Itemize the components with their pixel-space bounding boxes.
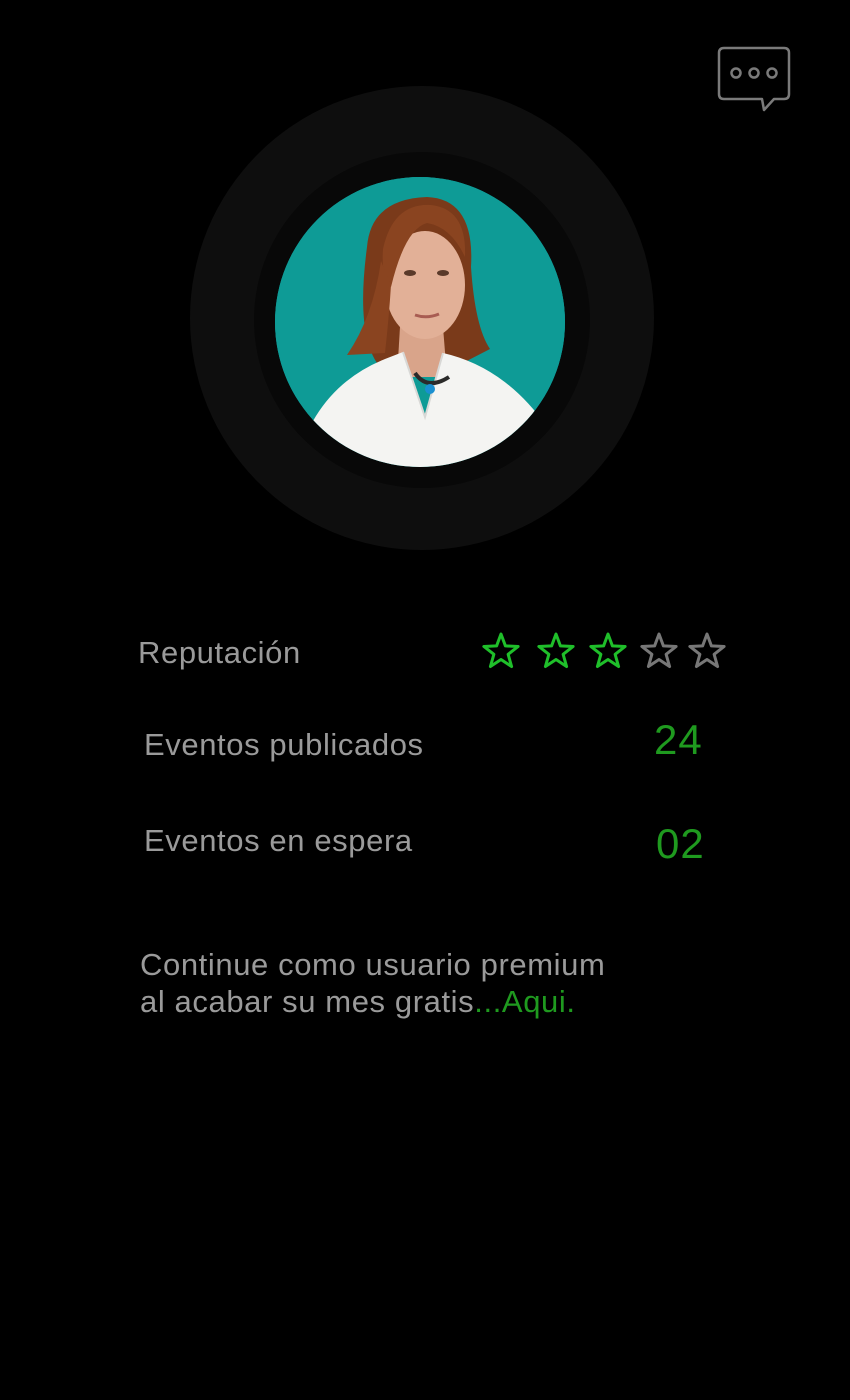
avatar[interactable] (275, 177, 565, 467)
star-filled-icon (482, 632, 520, 669)
reputation-label: Reputación (138, 635, 301, 670)
premium-link[interactable]: ...Aqui. (474, 984, 575, 1019)
avatar-portrait-image (275, 177, 565, 467)
promo-line-2: al acabar su mes gratis...Aqui. (140, 983, 780, 1020)
star-filled-icon (589, 632, 627, 669)
promo-line-2-text: al acabar su mes gratis (140, 984, 475, 1019)
pending-events-count: 02 (656, 820, 705, 867)
avatar-container (190, 86, 654, 550)
published-events-count: 24 (654, 716, 703, 763)
published-events-label: Eventos publicados (144, 727, 424, 762)
chat-button[interactable] (716, 45, 792, 113)
star-empty-icon (640, 632, 678, 669)
star-filled-icon (537, 632, 575, 669)
reputation-rating (480, 630, 730, 672)
promo-line-1: Continue como usuario premium (140, 947, 606, 982)
pending-events-label: Eventos en espera (144, 823, 413, 858)
star-empty-icon (688, 632, 726, 669)
chat-bubble-ellipsis-icon (717, 46, 791, 112)
premium-promo-text: Continue como usuario premium al acabar … (140, 946, 780, 1020)
